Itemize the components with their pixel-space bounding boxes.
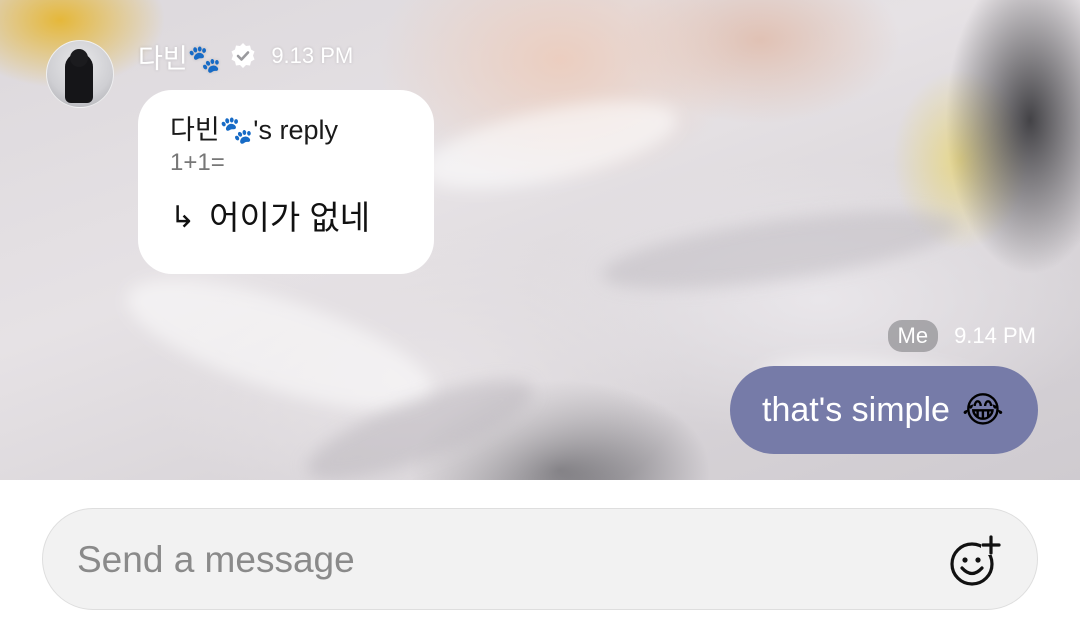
reply-quoted-text: 1+1= — [170, 149, 225, 176]
message-composer — [0, 480, 1080, 633]
me-badge: Me — [887, 320, 939, 352]
outgoing-message-bubble[interactable]: that's simple 😂 — [730, 366, 1038, 454]
message-input[interactable] — [75, 509, 899, 611]
incoming-header: 다빈🐾 9.13 PM — [138, 36, 353, 76]
incoming-reply-bubble[interactable]: 다빈🐾's reply 1+1= ↳ 어이가 없네 — [138, 90, 434, 274]
sender-name[interactable]: 다빈🐾 — [138, 37, 221, 76]
reply-message: ↳ 어이가 없네 — [170, 198, 408, 238]
laughing-emoji: 😂 — [961, 389, 1004, 430]
reply-message-text: 어이가 없네 — [209, 199, 371, 236]
sender-avatar[interactable] — [46, 40, 114, 108]
reply-title: 다빈🐾's reply — [170, 115, 338, 145]
incoming-timestamp: 9.13 PM — [271, 43, 354, 68]
avatar-figure-head — [70, 49, 88, 67]
verified-badge-icon — [229, 42, 257, 70]
outgoing-header: Me 9.14 PM — [887, 318, 1036, 354]
add-emoji-icon[interactable] — [947, 533, 1003, 589]
reply-arrow-icon: ↳ — [170, 201, 196, 234]
outgoing-message-text: that's simple — [762, 390, 950, 429]
message-input-container[interactable] — [42, 508, 1038, 611]
outgoing-timestamp: 9.14 PM — [954, 323, 1036, 348]
